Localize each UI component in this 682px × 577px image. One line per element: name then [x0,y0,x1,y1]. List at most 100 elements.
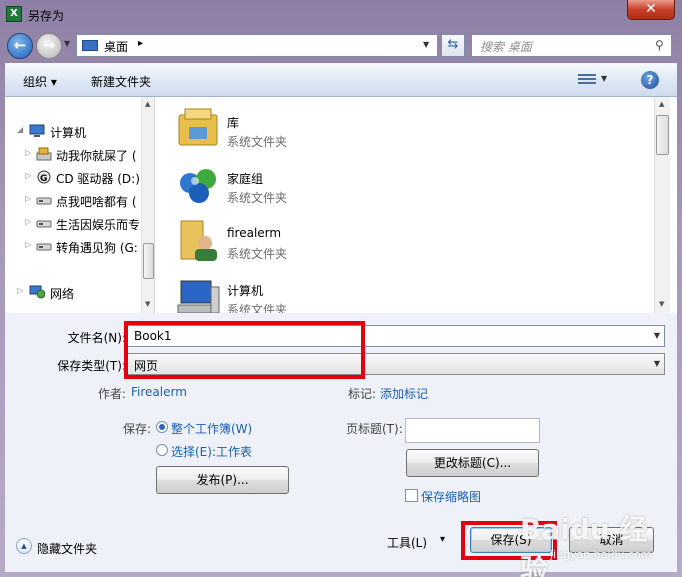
page-title-input[interactable] [405,418,540,443]
close-button[interactable]: ✕ [627,0,675,20]
filetype-dropdown-icon[interactable]: ▼ [654,359,660,368]
file-name: 家庭组 [227,172,264,186]
expand-arrow-icon[interactable]: ▷ [25,148,31,157]
publish-button[interactable]: 发布(P)... [156,466,289,494]
sidebar-item-label: 生活因娱乐而专 [56,218,141,232]
user-folder-icon [175,217,221,263]
network-icon [29,285,46,299]
save-thumbnail-label[interactable]: 保存缩略图 [421,488,481,505]
sidebar-item-drive-e[interactable]: ▷ 点我吧啥都有 ( [5,190,141,210]
recent-pages-dropdown-icon[interactable]: ▼ [64,39,74,51]
navigation-pane: ◢ 计算机 ▷ 动我你就屎了 ( ▷ G CD 驱动器 (D:) ▷ 点我吧啥都… [5,97,154,313]
computer-icon [29,124,45,138]
page-title-label: 页标题(T): [346,422,403,436]
search-placeholder[interactable]: 搜索 桌面 [480,38,532,55]
sidebar-item-cd-drive[interactable]: ▷ G CD 驱动器 (D:) [5,167,141,187]
title-bar: X 另存为 ✕ [0,0,682,30]
sidebar-item-drive-c[interactable]: ▷ 动我你就屎了 ( [5,144,141,164]
sidebar-item-label: CD 驱动器 (D:) [56,172,140,186]
view-dropdown-icon[interactable]: ▼ [601,74,607,83]
hide-folders-button[interactable]: 隐藏文件夹 [37,540,97,557]
scroll-down-arrow-icon[interactable]: ▼ [145,300,150,308]
file-name: 库 [227,116,240,130]
file-list-scrollbar[interactable]: ▲ ▼ [654,97,670,313]
excel-app-icon: X [6,6,22,22]
drive-icon [36,216,52,230]
radio-entire-workbook-label[interactable]: 整个工作簿(W) [171,420,252,437]
scrollbar-thumb[interactable] [656,115,669,155]
sidebar-item-computer[interactable]: ◢ 计算机 [5,121,141,141]
sidebar-item-label: 网络 [50,287,75,301]
window-title: 另存为 [28,9,65,23]
list-item-user-folder[interactable]: firealerm 系统文件夹 [171,213,471,269]
navigation-scrollbar[interactable]: ▲ ▼ [141,97,154,313]
expand-arrow-icon[interactable]: ▷ [17,286,23,295]
file-name: 计算机 [227,284,264,298]
scroll-up-arrow-icon[interactable]: ▲ [145,100,150,108]
back-button[interactable]: ← [7,33,33,59]
homegroup-icon [175,161,221,207]
sidebar-item-label: 点我吧啥都有 ( [56,195,137,209]
sidebar-item-drive-f[interactable]: ▷ 生活因娱乐而专 [5,213,141,233]
radio-selection-label[interactable]: 选择(E):工作表 [171,443,252,460]
address-bar[interactable]: 桌面 ▸ ▼ [76,34,438,57]
list-item-homegroup[interactable]: 家庭组 系统文件夹 [171,157,471,213]
save-thumbnail-checkbox[interactable] [405,489,418,502]
add-tags-link[interactable]: 添加标记 [380,385,428,402]
radio-selection[interactable] [156,444,168,456]
annotation-highlight-box [124,321,365,379]
sidebar-item-label: 动我你就屎了 ( [56,149,137,163]
sidebar-item-label: 转角遇见狗 (G: [56,241,138,255]
address-separator-icon[interactable]: ▸ [138,38,143,49]
command-toolbar: 组织 ▾ 新建文件夹 ▼ ? [5,63,677,97]
filename-label: 文件名(N): [67,331,126,345]
address-location[interactable]: 桌面 [104,38,128,55]
baidu-watermark-url: jingyan.baidu.com [550,548,652,561]
scrollbar-thumb[interactable] [143,243,154,279]
author-label: 作者: [97,387,126,401]
hide-folders-icon[interactable]: ▲ [16,538,32,554]
save-scope-label: 保存: [123,422,152,436]
tools-dropdown-icon[interactable]: ▾ [440,534,445,545]
forward-button[interactable]: → [36,33,62,59]
sidebar-item-label: 计算机 [50,126,87,140]
refresh-button[interactable]: ⇆ [441,34,465,57]
sidebar-item-network[interactable]: ▷ 网络 [5,282,141,302]
expand-arrow-icon[interactable]: ▷ [25,171,31,180]
file-type: 系统文件夹 [227,191,288,205]
file-name: firealerm [227,226,282,240]
change-title-button[interactable]: 更改标题(C)... [406,449,539,477]
expand-arrow-icon[interactable]: ◢ [17,125,23,134]
sidebar-item-drive-g[interactable]: ▷ 转角遇见狗 (G: [5,236,141,256]
scroll-up-arrow-icon[interactable]: ▲ [659,100,664,108]
search-icon[interactable]: ⚲ [655,38,664,52]
author-value[interactable]: Firealerm [131,385,187,399]
list-item-library[interactable]: 库 系统文件夹 [171,101,471,157]
radio-entire-workbook[interactable] [156,421,168,433]
address-dropdown-icon[interactable]: ▼ [423,40,429,49]
drive-icon [36,193,52,207]
library-icon [175,105,221,151]
file-type: 系统文件夹 [227,135,288,149]
tools-menu[interactable]: 工具(L) [387,534,427,551]
file-list: 库 系统文件夹 家庭组 系统文件夹 firealerm 系统文件夹 计算机 系统… [155,97,677,317]
cd-drive-icon: G [36,170,52,184]
search-box[interactable]: 搜索 桌面 ⚲ [471,34,672,57]
help-icon[interactable]: ? [641,71,659,89]
view-options-icon[interactable] [578,72,596,86]
tags-label: 标记: [348,387,377,401]
expand-arrow-icon[interactable]: ▷ [25,217,31,226]
scroll-down-arrow-icon[interactable]: ▼ [659,300,664,308]
drive-icon [36,239,52,253]
file-type: 系统文件夹 [227,247,288,261]
new-folder-button[interactable]: 新建文件夹 [91,73,151,90]
expand-arrow-icon[interactable]: ▷ [25,194,31,203]
organize-menu[interactable]: 组织 ▾ [23,73,57,90]
filetype-label: 保存类型(T): [57,359,126,373]
svg-text:G: G [40,174,47,184]
filename-dropdown-icon[interactable]: ▼ [654,331,660,340]
desktop-icon [82,40,98,51]
navigation-bar: ← → ▼ 桌面 ▸ ▼ ⇆ 搜索 桌面 ⚲ [5,30,677,61]
expand-arrow-icon[interactable]: ▷ [25,240,31,249]
drive-c-icon [36,147,52,161]
